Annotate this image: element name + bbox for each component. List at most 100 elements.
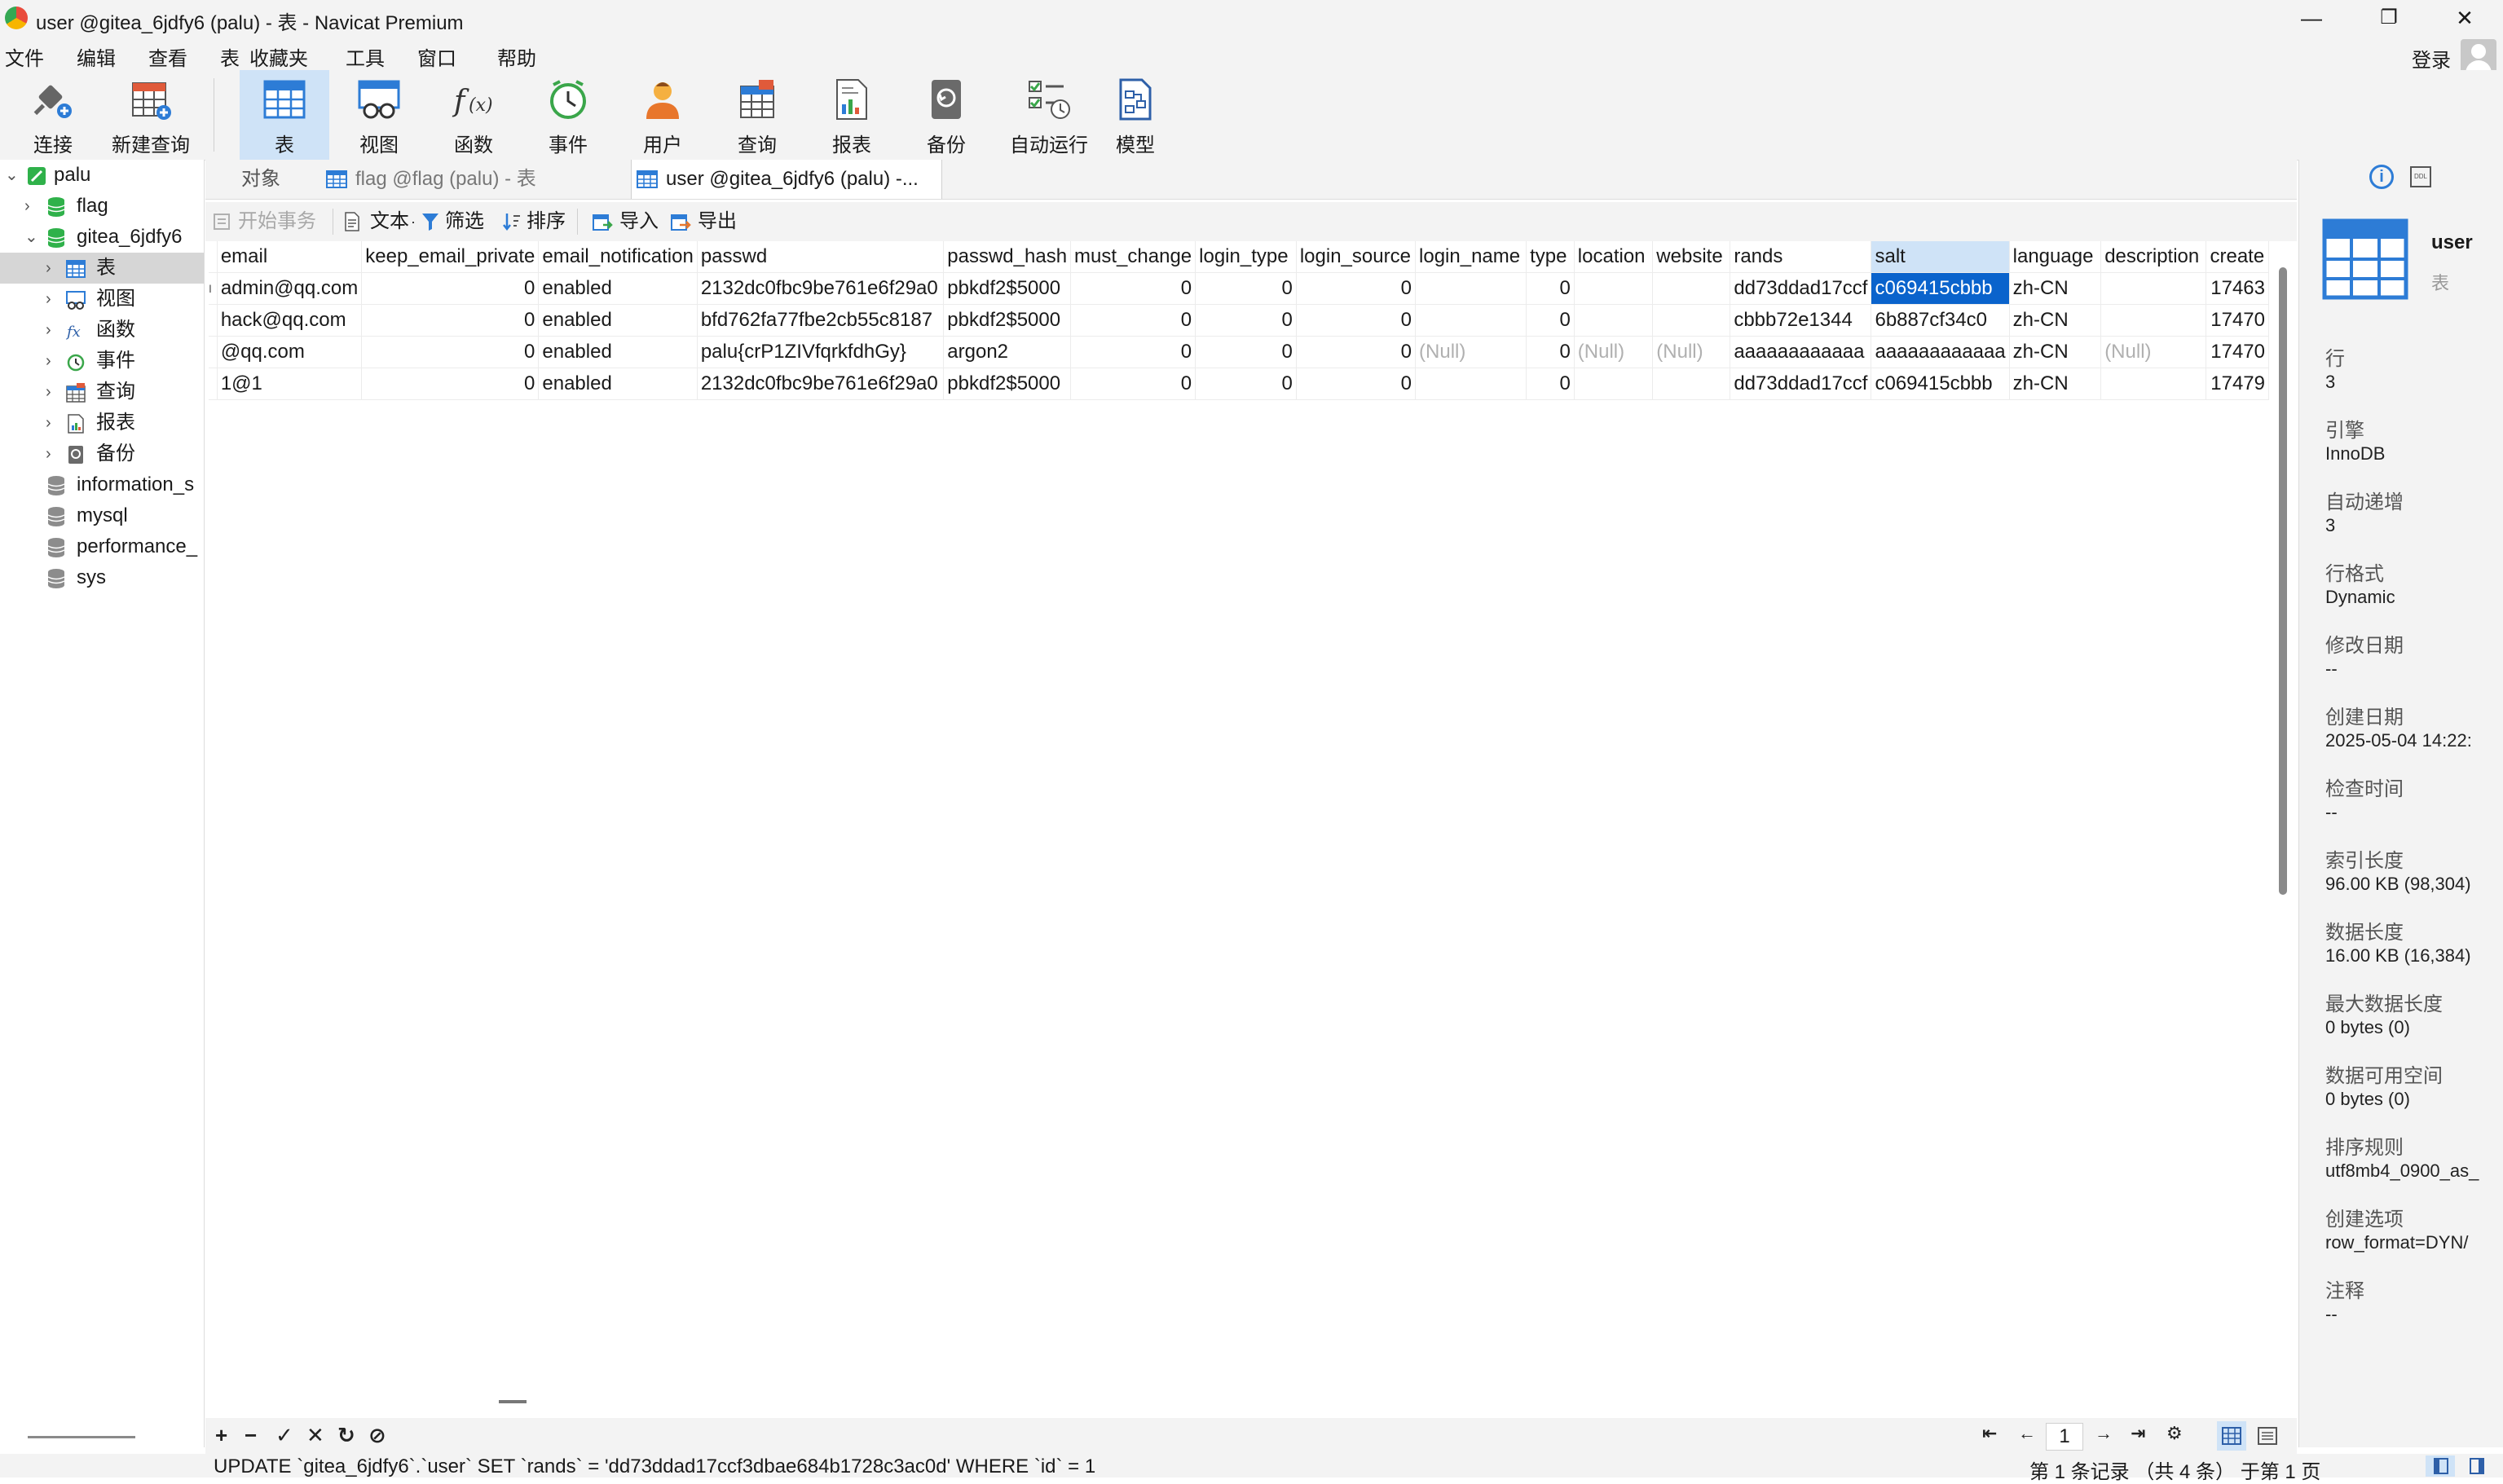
function-button[interactable]: f (x) 函数 [429,70,518,160]
pane-scrollbar[interactable] [28,1436,135,1438]
menu-edit[interactable]: 编辑 [77,42,116,71]
table-cell[interactable] [2100,272,2207,305]
table-cell[interactable]: enabled [538,368,698,400]
table-cell[interactable]: dd73ddad17ccf [1730,368,1872,400]
menu-tools[interactable]: 工具 [346,42,385,71]
splitter-grip[interactable] [499,1400,527,1403]
user-button[interactable]: 用户 [618,70,707,160]
table-button[interactable]: 表 [240,70,329,160]
chevron-down-icon[interactable]: ⌄ [24,222,38,253]
delete-record-icon[interactable]: − [245,1423,257,1448]
table-cell[interactable]: 2132dc0fbc9be761e6f29a0 [697,272,945,305]
table-cell[interactable]: dd73ddad17ccf [1730,272,1872,305]
table-cell[interactable]: 0 [361,304,540,337]
chevron-right-icon[interactable]: › [46,407,51,438]
table-cell[interactable] [1652,272,1731,305]
info-icon[interactable]: i [2369,165,2394,189]
previous-page-icon[interactable]: ← [2018,1423,2036,1444]
backup-button[interactable]: 备份 [901,70,991,160]
column-header-type[interactable]: type [1526,241,1575,273]
column-header-rands[interactable]: rands [1730,241,1872,273]
column-header-language[interactable]: language [2009,241,2102,273]
tree-db-gitea[interactable]: ⌄ gitea_6jdfy6 [0,222,204,253]
table-cell[interactable]: cbbb72e1344 [1730,304,1872,337]
table-cell[interactable]: 0 [1526,368,1575,400]
table-cell[interactable]: bfd762fa77fbe2cb55c8187 [697,304,945,337]
chevron-right-icon[interactable]: › [46,438,51,469]
table-cell[interactable]: 0 [361,336,540,368]
menu-view[interactable]: 查看 [148,42,187,71]
table-cell[interactable]: enabled [538,336,698,368]
table-cell[interactable]: palu{crP1ZIVfqrkfdhGy} [697,336,945,368]
table-cell[interactable]: 1@1 [217,368,363,400]
table-cell[interactable]: 6b887cf34c0 [1871,304,2010,337]
table-cell[interactable]: zh-CN [2009,272,2102,305]
table-cell[interactable]: 0 [1296,368,1417,400]
tree-db-mysql[interactable]: mysql [0,500,204,531]
table-cell[interactable]: argon2 [943,336,1072,368]
form-view-button[interactable] [2253,1421,2282,1451]
table-cell[interactable]: 0 [1296,272,1417,305]
table-cell[interactable]: enabled [538,272,698,305]
tree-tables[interactable]: › 表 [0,253,204,284]
table-cell[interactable]: pbkdf2$5000 [943,368,1072,400]
selected-cell[interactable]: c069415cbbb [1871,272,2010,305]
chevron-right-icon[interactable]: › [46,377,51,407]
table-cell[interactable]: aaaaaaaaaaaa [1871,336,2010,368]
table-cell[interactable]: 17463 [2206,272,2269,305]
tree-events[interactable]: › 事件 [0,346,204,377]
table-cell[interactable]: zh-CN [2009,304,2102,337]
last-page-icon[interactable]: ⇥ [2131,1423,2145,1444]
table-cell[interactable]: (Null) [1415,336,1527,368]
toggle-right-pane-button[interactable] [2461,1455,2491,1477]
table-cell[interactable]: aaaaaaaaaaaa [1730,336,1872,368]
column-header-login-name[interactable]: login_name [1415,241,1527,273]
column-header-must-change[interactable]: must_change [1070,241,1196,273]
view-button[interactable]: 视图 [334,70,424,160]
tree-queries[interactable]: › 查询 [0,377,204,407]
tree-db-sys[interactable]: sys [0,562,204,593]
settings-gear-icon[interactable]: ⚙ [2166,1423,2183,1444]
tree-backups[interactable]: › 备份 [0,438,204,469]
column-header-passwd[interactable]: passwd [697,241,945,273]
column-header-create[interactable]: create [2206,241,2269,273]
table-cell[interactable] [1574,272,1654,305]
table-row[interactable]: hack@qq.com 0 enabled bfd762fa77fbe2cb55… [209,304,2269,337]
tree-reports[interactable]: › 报表 [0,407,204,438]
tab-objects[interactable]: 对象 [241,160,323,199]
login-link[interactable]: 登录 [2412,44,2451,73]
chevron-down-icon[interactable]: ⌄ [5,160,19,191]
chevron-right-icon[interactable]: › [46,346,51,377]
tree-views[interactable]: › 视图 [0,284,204,315]
table-cell[interactable]: 0 [1070,304,1196,337]
table-cell[interactable]: 17470 [2206,336,2269,368]
table-cell[interactable]: c069415cbbb [1871,368,2010,400]
table-cell[interactable]: pbkdf2$5000 [943,272,1072,305]
grid-view-button[interactable] [2217,1421,2246,1451]
column-header-passwd-hash[interactable]: passwd_hash [943,241,1072,273]
column-header-email-notification[interactable]: email_notification [538,241,698,273]
stop-icon[interactable]: ⊘ [368,1423,386,1448]
table-cell[interactable]: 0 [1296,304,1417,337]
tree-functions[interactable]: › fx 函数 [0,315,204,346]
table-cell[interactable]: 0 [1195,304,1297,337]
chevron-right-icon[interactable]: › [24,191,30,222]
table-cell[interactable]: 0 [1070,272,1196,305]
table-cell[interactable] [1574,304,1654,337]
menu-window[interactable]: 窗口 [417,42,456,71]
chevron-right-icon[interactable]: › [46,253,51,284]
tree-db-flag[interactable]: › flag [0,191,204,222]
table-cell[interactable]: admin@qq.com [217,272,363,305]
table-cell[interactable]: 17479 [2206,368,2269,400]
table-cell[interactable] [1415,304,1527,337]
table-cell[interactable] [1415,368,1527,400]
table-cell[interactable]: @qq.com [217,336,363,368]
table-cell[interactable] [1415,272,1527,305]
tab-user-table[interactable]: user @gitea_6jdfy6 (palu) -... [631,160,942,199]
close-button[interactable]: ✕ [2428,0,2501,36]
table-cell[interactable]: zh-CN [2009,336,2102,368]
column-header-description[interactable]: description [2100,241,2207,273]
chevron-right-icon[interactable]: › [46,284,51,315]
query-button[interactable]: 查询 [712,70,802,160]
table-cell[interactable] [1652,368,1731,400]
